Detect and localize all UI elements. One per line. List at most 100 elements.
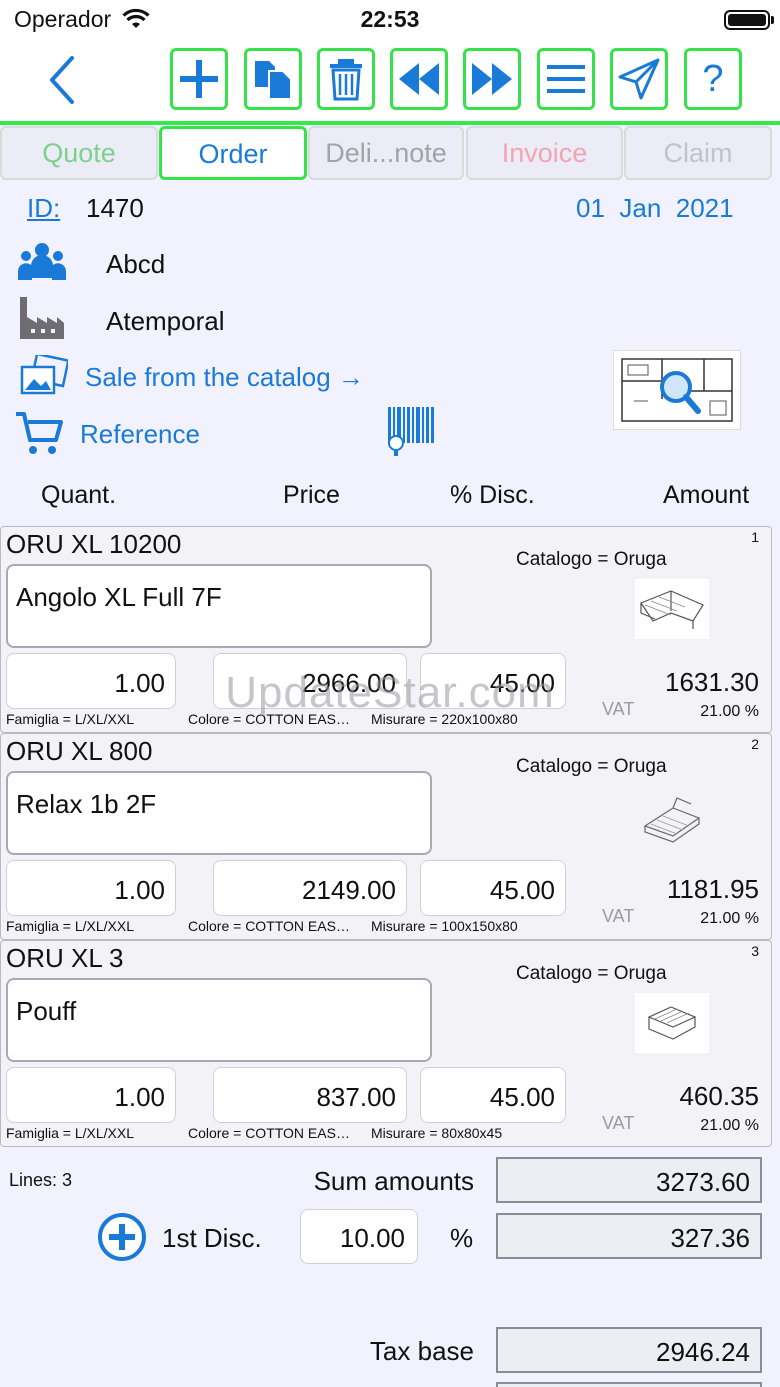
- first-discount-label: 1st Disc.: [162, 1223, 262, 1253]
- id-link[interactable]: ID:: [27, 193, 60, 224]
- item-code: ORU XL 3: [6, 943, 124, 973]
- supplier-name[interactable]: Atemporal: [106, 306, 225, 337]
- item-code: ORU XL 10200: [6, 529, 182, 559]
- sum-amounts-label: Sum amounts: [313, 1166, 474, 1196]
- item-catalog: Catalogo = Oruga: [516, 549, 667, 570]
- tab-label: Quote: [42, 138, 116, 168]
- quantity-input[interactable]: 1.00: [6, 860, 176, 916]
- next-total-box: [496, 1382, 762, 1387]
- item-description[interactable]: Angolo XL Full 7F: [6, 564, 432, 648]
- sofa-relax-icon: [643, 797, 701, 843]
- delete-button[interactable]: [317, 48, 375, 110]
- barcode-scan-icon[interactable]: [386, 405, 438, 457]
- discount-input[interactable]: 45.00: [420, 1067, 566, 1123]
- tax-base-value: 2946.24: [496, 1327, 762, 1373]
- vat-label: VAT: [602, 1113, 635, 1133]
- price-input[interactable]: 837.00: [213, 1067, 407, 1123]
- id-value: 1470: [86, 193, 144, 223]
- item-attr-misurare: Misurare = 80x80x45: [371, 1125, 503, 1141]
- line-item[interactable]: ORU XL 3 3 Catalogo = Oruga Pouff 1.00 8…: [0, 940, 772, 1147]
- item-amount: 460.35: [679, 1081, 759, 1111]
- first-discount-input[interactable]: 10.00: [300, 1209, 418, 1264]
- item-attr-famiglia: Famiglia = L/XL/XXL: [6, 918, 135, 934]
- copy-icon: [255, 61, 292, 100]
- item-catalog: Catalogo = Oruga: [516, 756, 667, 777]
- item-description[interactable]: Relax 1b 2F: [6, 771, 432, 855]
- sum-amounts-value: 3273.60: [496, 1157, 762, 1203]
- tab-invoice[interactable]: Invoice: [466, 126, 623, 180]
- item-attr-famiglia: Famiglia = L/XL/XXL: [6, 1125, 135, 1141]
- column-header-quantity: Quant.: [41, 481, 117, 509]
- rewind-icon: [399, 63, 439, 95]
- toolbar: ?: [0, 42, 780, 122]
- item-code: ORU XL 800: [6, 736, 153, 766]
- column-header-price: Price: [283, 481, 340, 509]
- item-thumbnail[interactable]: [635, 579, 709, 639]
- tab-quote[interactable]: Quote: [0, 126, 158, 180]
- quantity-input[interactable]: 1.00: [6, 1067, 176, 1123]
- send-button[interactable]: [610, 48, 668, 110]
- item-catalog: Catalogo = Oruga: [516, 963, 667, 984]
- item-number: 2: [751, 736, 759, 752]
- trash-icon: [330, 59, 362, 101]
- item-description[interactable]: Pouff: [6, 978, 432, 1062]
- sofa-corner-icon: [640, 590, 704, 629]
- customers-icon[interactable]: [18, 242, 66, 282]
- lines-count: Lines: 3: [9, 1170, 73, 1190]
- watermark: UpdateStar.com: [225, 668, 555, 717]
- vat-label: VAT: [602, 906, 635, 926]
- menu-button[interactable]: [537, 48, 595, 110]
- tab-delivery-note[interactable]: Deli...note: [308, 126, 464, 180]
- discount-input[interactable]: 45.00: [420, 860, 566, 916]
- tab-order[interactable]: Order: [159, 126, 307, 180]
- floorplan-thumbnail[interactable]: [613, 350, 741, 430]
- line-item[interactable]: ORU XL 800 2 Catalogo = Oruga Relax 1b 2…: [0, 733, 772, 940]
- column-header-amount: Amount: [663, 481, 750, 509]
- item-attr-misurare: Misurare = 100x150x80: [371, 918, 518, 934]
- add-discount-icon[interactable]: [97, 1212, 147, 1262]
- copy-button[interactable]: [244, 48, 302, 110]
- previous-button[interactable]: [390, 48, 448, 110]
- item-thumbnail[interactable]: [635, 786, 709, 846]
- vat-rate[interactable]: 21.00 %: [700, 1117, 759, 1135]
- add-button[interactable]: [170, 48, 228, 110]
- reference-field[interactable]: Reference: [80, 419, 200, 450]
- floorplan-search-icon: [621, 358, 733, 422]
- fast-forward-icon: [472, 63, 512, 95]
- percent-sign: %: [450, 1223, 474, 1253]
- tab-claim[interactable]: Claim: [624, 126, 772, 180]
- customer-name[interactable]: Abcd: [106, 249, 165, 280]
- status-bar: Operador 22:53: [0, 0, 780, 42]
- price-input[interactable]: 2149.00: [213, 860, 407, 916]
- factory-icon[interactable]: [18, 295, 66, 341]
- vat-rate[interactable]: 21.00 %: [700, 910, 759, 928]
- next-button[interactable]: [463, 48, 521, 110]
- battery-tip: [771, 16, 774, 24]
- clock: 22:53: [360, 6, 420, 32]
- item-amount: 1181.95: [666, 874, 759, 904]
- item-number: 1: [751, 529, 759, 545]
- help-button[interactable]: ?: [684, 48, 742, 110]
- tab-label: Order: [198, 139, 268, 169]
- tab-label: Deli...note: [325, 138, 447, 168]
- item-thumbnail[interactable]: [635, 993, 709, 1053]
- catalog-link[interactable]: Sale from the catalog →: [85, 362, 364, 393]
- item-attr-colore: Colore = COTTON EAS…: [188, 918, 350, 934]
- cart-icon[interactable]: [14, 410, 64, 456]
- document-date[interactable]: 01 Jan 2021: [576, 193, 734, 224]
- help-icon: ?: [702, 57, 724, 100]
- send-icon: [618, 58, 660, 100]
- pouff-icon: [647, 1006, 697, 1040]
- toolbar-divider: [0, 121, 780, 125]
- item-number: 3: [751, 943, 759, 959]
- first-discount-value: 327.36: [496, 1213, 762, 1259]
- tab-label: Claim: [663, 138, 733, 168]
- column-header-discount: % Disc.: [450, 481, 535, 509]
- plus-icon: [180, 60, 218, 98]
- battery-icon: [724, 10, 770, 30]
- chevron-left-icon[interactable]: [40, 52, 84, 108]
- tab-label: Invoice: [501, 138, 588, 168]
- item-attr-colore: Colore = COTTON EAS…: [188, 1125, 350, 1141]
- tax-base-label: Tax base: [369, 1336, 474, 1366]
- catalog-image-icon[interactable]: [20, 355, 68, 395]
